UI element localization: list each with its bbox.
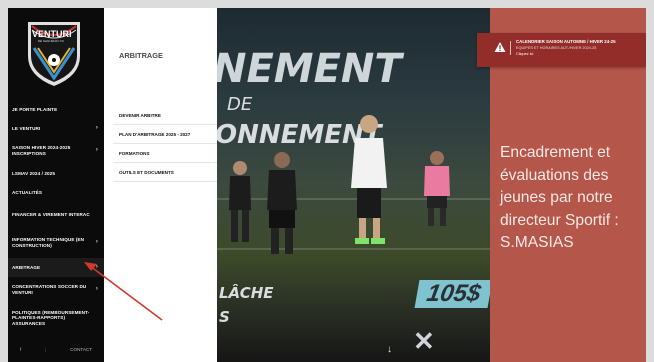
calendar-banner[interactable]: CALENDRIER SAISON AUTOMNE / HIVER 24-25 … xyxy=(477,33,646,67)
nav-label: POLITIQUES (REMBOURSEMENT-PLAINTES-RAPPO… xyxy=(12,309,90,326)
banner-link[interactable]: Cliquez ici xyxy=(516,52,533,56)
separator: | xyxy=(45,347,47,352)
banner-subtitle: EQUIPES ET HORAIRES AUT./HIVER 2024-25 xyxy=(516,46,597,50)
hero-heading-line1: NEMENT xyxy=(217,46,402,92)
nav-item-concentrations[interactable]: CONCENTRATIONS SOCCER DU VENTURI › xyxy=(8,277,104,303)
chevron-right-icon: › xyxy=(95,263,98,270)
hero-banner-image: NEMENT DE ONNEMENT LÂCHE S 105$ ✕ ↓ xyxy=(217,8,490,362)
banner-divider xyxy=(510,41,511,55)
hero-bottom-text: LÂCHE xyxy=(219,284,274,302)
coach-figure xyxy=(351,115,387,244)
player-figure xyxy=(267,152,297,254)
down-arrow-icon[interactable]: ↓ xyxy=(387,344,392,355)
contact-link[interactable]: CONTACT xyxy=(70,347,92,352)
chevron-right-icon: › xyxy=(95,124,98,131)
player-figure xyxy=(229,161,251,242)
brand-sub: DE SAGUENAY FC xyxy=(38,39,65,43)
sidebar-footer: f | CONTACT xyxy=(8,347,104,352)
nav-label: FINANCER & VIREMENT INTERAC xyxy=(12,212,90,218)
warning-icon xyxy=(494,42,506,52)
nav-label: LSMAV 2024 / 2025 xyxy=(12,170,55,176)
nav-item-actualites[interactable]: ACTUALITÉS xyxy=(8,183,104,202)
nav-item-financer[interactable]: FINANCER & VIREMENT INTERAC xyxy=(8,202,104,228)
chevron-right-icon: › xyxy=(95,147,98,154)
submenu-item-formations[interactable]: FORMATIONS xyxy=(113,144,217,163)
browser-viewport: VENTURI DE SAGUENAY FC JE PORTE PLAINTE … xyxy=(8,8,646,362)
nav-label: LE VENTURI xyxy=(12,125,41,131)
nav-item-le-venturi[interactable]: LE VENTURI › xyxy=(8,119,104,138)
nav-item-plainte[interactable]: JE PORTE PLAINTE xyxy=(8,100,104,119)
submenu-panel: ARBITRAGE DEVENIR ARBITRE PLAN D'ARBITRA… xyxy=(104,8,217,362)
player-figure xyxy=(424,151,450,226)
nav-item-lsmav[interactable]: LSMAV 2024 / 2025 xyxy=(8,164,104,183)
banner-title: CALENDRIER SAISON AUTOMNE / HIVER 24-25 xyxy=(516,39,616,44)
chevron-right-icon: › xyxy=(95,286,98,293)
close-icon: ✕ xyxy=(413,326,435,356)
submenu-title: ARBITRAGE xyxy=(119,51,163,60)
submenu-item-plan-arbitrage[interactable]: PLAN D'ARBITRAGE 2025 - 2027 xyxy=(113,125,217,144)
nav-label: SAISON HIVER 2024-2025 INSCRIPTIONS xyxy=(12,145,71,156)
nav-label: ARBITRAGE xyxy=(12,264,41,270)
chevron-right-icon: › xyxy=(95,239,98,246)
submenu-list: DEVENIR ARBITRE PLAN D'ARBITRAGE 2025 - … xyxy=(113,106,217,182)
facebook-icon[interactable]: f xyxy=(20,347,21,352)
nav-label: JE PORTE PLAINTE xyxy=(12,106,58,112)
hero-bottom-text-2: S xyxy=(219,308,230,326)
submenu-item-outils[interactable]: OUTILS ET DOCUMENTS xyxy=(113,163,217,182)
nav-label: INFORMATION TECHNIQUE (EN CONSTRUCTION) xyxy=(12,237,85,248)
info-text: Encadrement et évaluations des jeunes pa… xyxy=(500,144,619,252)
hero-heading-line2: DE xyxy=(227,94,253,115)
submenu-item-devenir-arbitre[interactable]: DEVENIR ARBITRE xyxy=(113,106,217,125)
price-tag: 105$ xyxy=(414,280,490,308)
nav-label: CONCENTRATIONS SOCCER DU VENTURI xyxy=(12,284,87,295)
nav-item-arbitrage[interactable]: ARBITRAGE › xyxy=(8,258,104,277)
nav-label: ACTUALITÉS xyxy=(12,189,43,195)
brand-name: VENTURI xyxy=(32,29,72,39)
main-nav: JE PORTE PLAINTE LE VENTURI › SAISON HIVE… xyxy=(8,100,104,333)
nav-item-information-technique[interactable]: INFORMATION TECHNIQUE (EN CONSTRUCTION) › xyxy=(8,228,104,258)
nav-item-saison-hiver[interactable]: SAISON HIVER 2024-2025 INSCRIPTIONS › xyxy=(8,138,104,164)
sidebar: VENTURI DE SAGUENAY FC JE PORTE PLAINTE … xyxy=(8,8,104,362)
nav-item-politiques[interactable]: POLITIQUES (REMBOURSEMENT-PLAINTES-RAPPO… xyxy=(8,303,104,333)
